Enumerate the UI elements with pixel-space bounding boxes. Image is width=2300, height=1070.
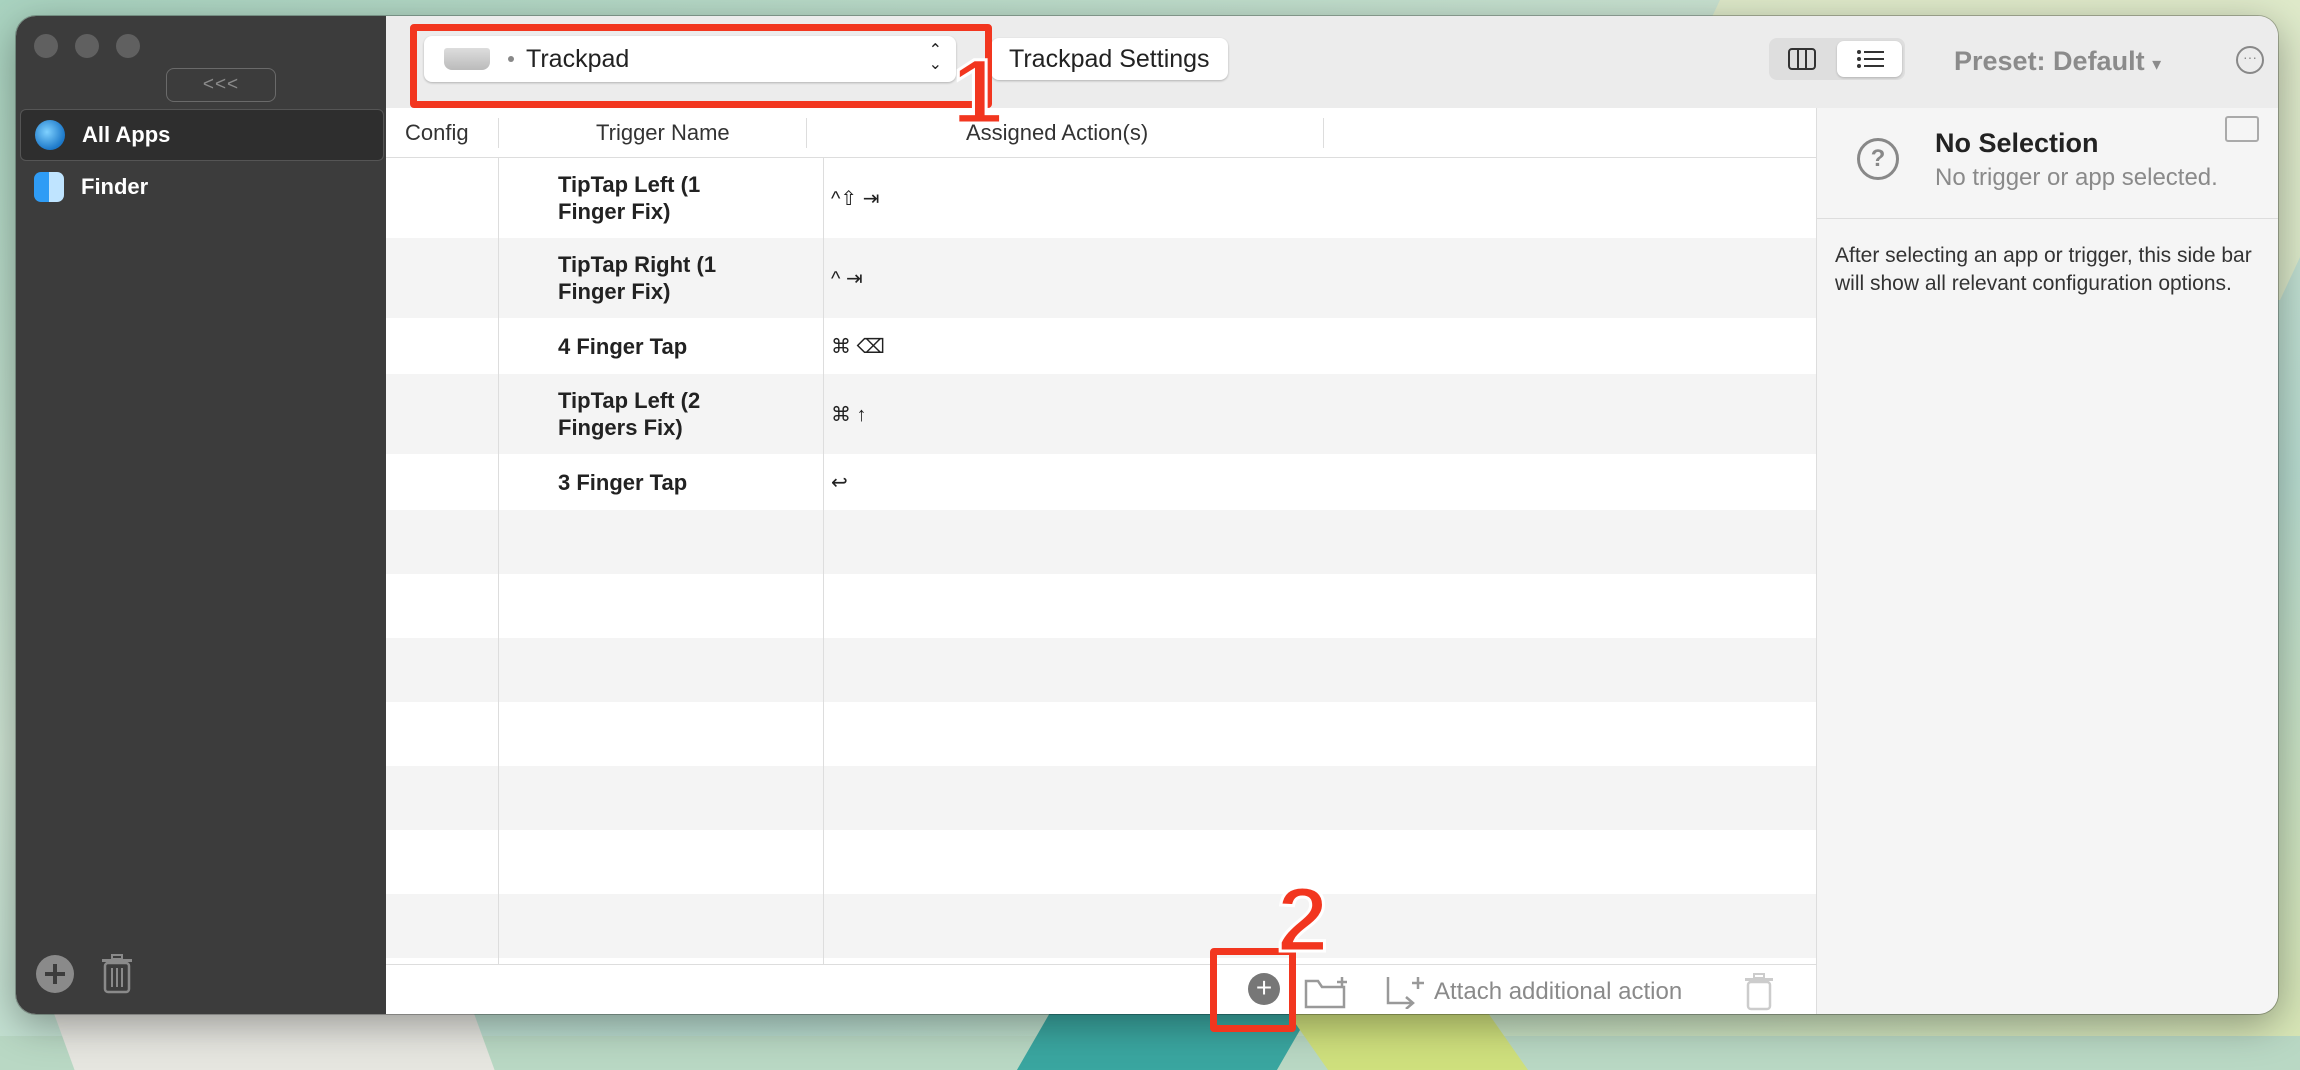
column-view-button[interactable] (1769, 38, 1834, 80)
trackpad-settings-button[interactable]: Trackpad Settings (991, 38, 1228, 80)
column-divider (806, 118, 807, 148)
table-row[interactable]: TipTap Left (2 Fingers Fix) ⌘ ↑ (386, 374, 1816, 454)
add-folder-icon[interactable] (1304, 975, 1350, 1009)
inspector-title: No Selection (1935, 128, 2099, 158)
more-options-icon[interactable]: ··· (2236, 46, 2264, 74)
app-window: <<< All Apps Finder Trackpad ⌃ ⌄ Trackpa… (16, 16, 2278, 1014)
table-row[interactable]: 3 Finger Tap ↩ (386, 454, 1816, 510)
window-controls (34, 34, 140, 58)
question-icon: ? (1857, 138, 1899, 180)
close-window-button[interactable] (34, 34, 58, 58)
callout-number-1: 1 (950, 40, 1004, 145)
apps-sidebar: <<< All Apps Finder (16, 16, 386, 1014)
sidebar-item-label: All Apps (82, 122, 171, 147)
empty-row (386, 702, 1816, 766)
table-row[interactable]: TipTap Right (1 Finger Fix) ^ ⇥ (386, 238, 1816, 318)
column-header-config[interactable]: Config (405, 120, 469, 146)
empty-row (386, 638, 1816, 702)
table-header: Config Trigger Name Assigned Action(s) (386, 108, 1816, 158)
empty-row (386, 894, 1816, 958)
assigned-action: ↩ (831, 471, 848, 494)
list-icon (1856, 50, 1884, 68)
callout-number-2: 2 (1275, 868, 1329, 973)
sidebar-item-label: Finder (81, 174, 149, 199)
inspector-panel: ? No Selection No trigger or app selecte… (1816, 108, 2278, 1014)
inspector-description: After selecting an app or trigger, this … (1835, 244, 2252, 295)
add-app-button[interactable] (36, 955, 74, 993)
empty-row (386, 510, 1816, 574)
preset-selector[interactable]: Preset: Default ▾ (1954, 46, 2161, 77)
trigger-name: TipTap Right (1 Finger Fix) (558, 252, 717, 304)
assigned-action: ⌘ ↑ (831, 403, 867, 426)
trigger-name: TipTap Left (1 Finger Fix) (558, 172, 701, 224)
zoom-window-button[interactable] (116, 34, 140, 58)
empty-row (386, 766, 1816, 830)
attach-additional-action-button[interactable]: Attach additional action (1382, 975, 1682, 1009)
assigned-action: ^⇧ ⇥ (831, 187, 880, 210)
table-row[interactable]: TipTap Left (1 Finger Fix) ^⇧ ⇥ (386, 158, 1816, 238)
preset-label: Preset: Default (1954, 46, 2145, 76)
assigned-action: ⌘ ⌫ (831, 335, 885, 358)
triggers-table: Config Trigger Name Assigned Action(s) T… (386, 108, 1816, 964)
detach-window-icon[interactable] (2225, 116, 2259, 142)
empty-row (386, 574, 1816, 638)
attach-action-icon (1386, 977, 1424, 1009)
collapse-sidebar-button[interactable]: <<< (166, 68, 276, 102)
column-divider (823, 157, 824, 964)
minimize-window-button[interactable] (75, 34, 99, 58)
finder-icon (34, 172, 64, 202)
trigger-name: TipTap Left (2 Fingers Fix) (558, 388, 701, 440)
inspector-header: ? No Selection No trigger or app selecte… (1817, 108, 2278, 219)
assigned-action: ^ ⇥ (831, 267, 863, 290)
column-divider (498, 157, 499, 964)
view-mode-segmented-control (1769, 38, 1905, 80)
attach-action-label: Attach additional action (1434, 978, 1683, 1005)
globe-icon (35, 120, 65, 150)
column-header-trigger-name[interactable]: Trigger Name (596, 120, 730, 146)
sidebar-item-finder[interactable]: Finder (20, 162, 382, 212)
columns-icon (1787, 48, 1816, 70)
table-row[interactable]: 4 Finger Tap ⌘ ⌫ (386, 318, 1816, 374)
inspector-subtitle: No trigger or app selected. (1935, 164, 2218, 191)
highlight-box-1 (410, 24, 992, 108)
empty-row (386, 830, 1816, 894)
sidebar-bottom-controls (36, 954, 134, 994)
delete-app-button[interactable] (100, 954, 134, 994)
sidebar-item-all-apps[interactable]: All Apps (20, 109, 384, 161)
trigger-name: 4 Finger Tap (558, 333, 688, 359)
list-view-button[interactable] (1837, 41, 1902, 77)
caret-down-icon: ▾ (2152, 54, 2162, 74)
column-divider (1323, 118, 1324, 148)
trigger-name: 3 Finger Tap (558, 469, 688, 495)
delete-trigger-icon[interactable] (1743, 973, 1775, 1011)
column-divider (498, 118, 499, 148)
table-bottom-bar: + Attach additional action (386, 964, 1816, 1014)
